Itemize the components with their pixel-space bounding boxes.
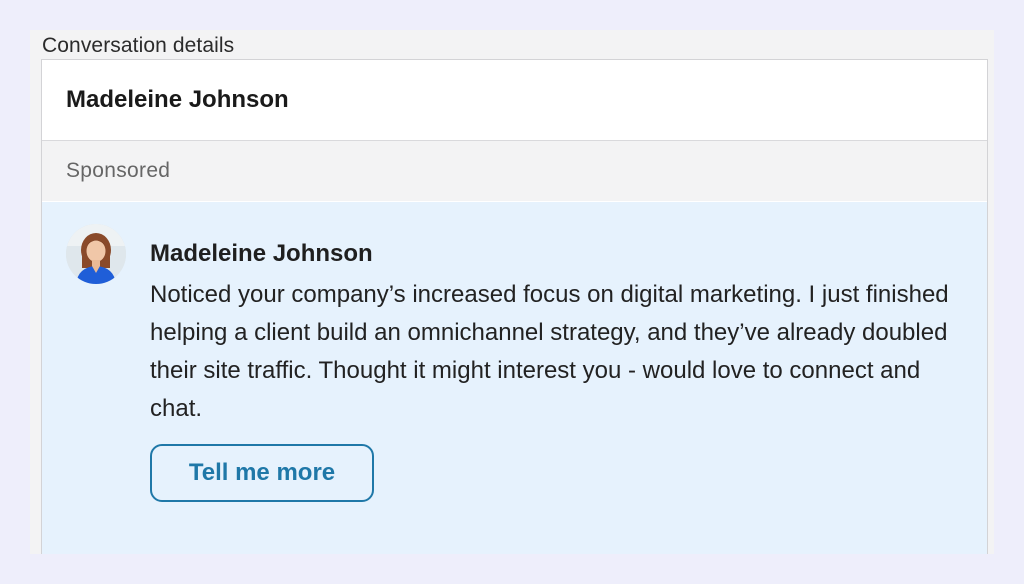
conversation-details-panel: Conversation details Madeleine Johnson S… bbox=[30, 30, 994, 554]
panel-title: Conversation details bbox=[42, 34, 235, 57]
message-sender-name[interactable]: Madeleine Johnson bbox=[150, 240, 373, 268]
sponsored-bar: Sponsored bbox=[42, 141, 987, 201]
tell-me-more-button[interactable]: Tell me more bbox=[150, 444, 374, 502]
message-body: Noticed your company’s increased focus o… bbox=[150, 281, 949, 422]
avatar-image bbox=[66, 224, 126, 284]
message-area: Madeleine Johnson Noticed your company’s… bbox=[42, 202, 987, 554]
conversation-card: Madeleine Johnson Sponsored Madeleine Jo… bbox=[41, 59, 988, 554]
sponsored-label: Sponsored bbox=[66, 159, 171, 182]
conversation-participant-name[interactable]: Madeleine Johnson bbox=[66, 86, 289, 114]
conversation-header: Madeleine Johnson bbox=[42, 60, 987, 141]
avatar-photo-icon[interactable] bbox=[66, 224, 126, 284]
